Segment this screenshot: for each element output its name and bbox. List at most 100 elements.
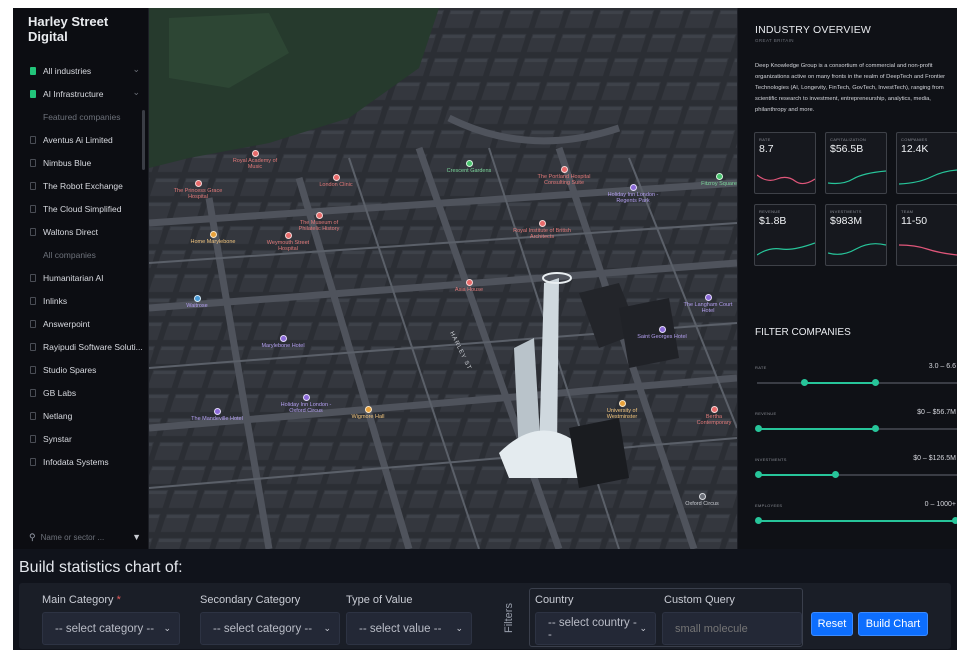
poi-wigmore-hall[interactable]: Wigmore Hall <box>345 406 391 420</box>
poi-holiday-inn-oxford[interactable]: Holiday Inn London - Oxford Circus <box>273 394 339 414</box>
sidebar-item[interactable]: Nimbus Blue <box>30 155 142 171</box>
sidebar-item[interactable]: Studio Spares <box>30 362 142 378</box>
slider-handle-max[interactable] <box>872 379 879 386</box>
range-slider[interactable]: EMPLOYEES 0 – 1000+ <box>755 501 957 533</box>
sidebar-item[interactable]: AI Infrastructure ⌄ <box>30 86 142 102</box>
checkbox-icon <box>30 182 36 190</box>
poi-bertha-contemporary[interactable]: Bertha Contemporary <box>689 406 737 426</box>
range-slider[interactable]: REVENUE $0 – $56.7M <box>755 409 957 441</box>
slider-range-value: $0 – $56.7M <box>917 409 956 416</box>
poi-fitzroy-square[interactable]: Fitzroy Square <box>699 173 737 187</box>
poi-crescent-gardens[interactable]: Crescent Gardens <box>443 160 495 174</box>
sidebar-item-label: Rayipudi Software Soluti... <box>43 342 142 352</box>
type-of-value-select[interactable]: -- select value -- ⌄ <box>346 612 472 645</box>
sidebar-item[interactable]: Synstar <box>30 431 142 447</box>
chevron-down-icon: ⌄ <box>163 623 171 633</box>
slider-range-value: 0 – 1000+ <box>924 501 956 508</box>
main-category-label: Main Category * <box>42 594 121 606</box>
poi-waitrose[interactable]: Waitrose <box>179 295 215 309</box>
slider-handle-max[interactable] <box>832 471 839 478</box>
map-canvas <box>149 8 737 549</box>
reset-button[interactable]: Reset <box>811 612 853 636</box>
poi-university-westminster[interactable]: University of Westminster <box>595 400 649 420</box>
filter-icon[interactable]: ▼ <box>132 532 141 542</box>
slider-handle-min[interactable] <box>801 379 808 386</box>
poi-saint-georges[interactable]: Saint Georges Hotel <box>629 326 695 340</box>
poi-riba[interactable]: Royal Institute of British Architects <box>509 220 575 240</box>
slider-range-value: 3.0 – 6.6 <box>928 363 956 370</box>
poi-asia-house[interactable]: Asia House <box>449 279 489 293</box>
sidebar-item-label: Synstar <box>43 434 72 444</box>
sparkline-team <box>899 244 957 256</box>
sidebar-item[interactable]: The Cloud Simplified <box>30 201 142 217</box>
sidebar-item-label: Answerpoint <box>43 319 90 329</box>
sidebar-item[interactable]: Inlinks <box>30 293 142 309</box>
checkbox-icon <box>30 343 36 351</box>
poi-portland-hospital[interactable]: The Portland Hospital Consulting Suite <box>529 166 599 186</box>
poi-home-marylebone[interactable]: Home Marylebone <box>185 231 241 245</box>
poi-philatelic-museum[interactable]: The Museum of Philatelic History <box>289 212 349 232</box>
brand-title: Harley Street Digital <box>28 14 109 44</box>
slider-fill <box>757 520 957 522</box>
sidebar-item-label: Aventus Ai Limited <box>43 135 113 145</box>
slider-label: INVESTMENTS <box>755 457 787 462</box>
sidebar-item[interactable]: Aventus Ai Limited <box>30 132 142 148</box>
sparkline-revenue <box>757 242 815 256</box>
checkbox-icon <box>30 412 36 420</box>
poi-weymouth-hospital[interactable]: Weymouth Street Hospital <box>259 232 317 252</box>
poi-royal-academy[interactable]: Royal Academy of Music <box>227 150 283 170</box>
slider-label: RATE <box>755 365 767 370</box>
slider-range-value: $0 – $126.5M <box>913 455 956 462</box>
sidebar-item[interactable]: Humanitarian AI <box>30 270 142 286</box>
build-chart-button[interactable]: Build Chart <box>858 612 928 636</box>
slider-fill <box>757 428 877 430</box>
slider-handle-min[interactable] <box>755 425 762 432</box>
checkbox-icon <box>30 366 36 374</box>
checkbox-icon <box>30 458 36 466</box>
chevron-down-icon[interactable]: ⌄ <box>132 64 140 75</box>
sidebar-item[interactable]: Waltons Direct <box>30 224 142 240</box>
sidebar-item[interactable]: GB Labs <box>30 385 142 401</box>
sidebar-item[interactable]: All industries ⌄ <box>30 63 142 79</box>
poi-langham-court[interactable]: The Langham Court Hotel <box>683 294 733 314</box>
sidebar-item[interactable]: Rayipudi Software Soluti... <box>30 339 142 355</box>
sidebar-item[interactable]: Answerpoint <box>30 316 142 332</box>
poi-london-clinic[interactable]: London Clinic <box>313 174 359 188</box>
sidebar-item-label: All companies <box>43 250 96 260</box>
poi-mandeville-hotel[interactable]: The Mandeville Hotel <box>179 408 255 422</box>
slider-fill <box>757 474 837 476</box>
map-view[interactable]: Royal Academy of Music The Princess Grac… <box>149 8 737 549</box>
custom-query-input[interactable] <box>662 612 802 645</box>
overview-panel: INDUSTRY OVERVIEW GREAT BRITAIN Deep Kno… <box>737 8 957 549</box>
sidebar-search[interactable]: ⚲ Name or sector ... ▼ <box>29 530 141 544</box>
chevron-down-icon: ⌄ <box>455 623 463 633</box>
chevron-down-icon[interactable]: ⌄ <box>132 87 140 98</box>
sidebar-item-label: All industries <box>43 66 92 76</box>
range-slider[interactable]: INVESTMENTS $0 – $126.5M <box>755 455 957 487</box>
range-slider[interactable]: RATE 3.0 – 6.6 <box>755 363 957 395</box>
poi-marylebone-hotel[interactable]: Marylebone Hotel <box>253 335 313 349</box>
stat-card-revenue: REVENUE $1.8B <box>754 204 816 266</box>
poi-princess-grace[interactable]: The Princess Grace Hospital <box>173 180 223 200</box>
search-icon: ⚲ <box>29 531 36 542</box>
custom-query-label: Custom Query <box>664 594 735 606</box>
filters-label: Filters <box>503 603 515 633</box>
slider-handle-max[interactable] <box>952 517 957 524</box>
search-placeholder[interactable]: Name or sector ... <box>41 533 105 542</box>
slider-handle-max[interactable] <box>872 425 879 432</box>
sidebar-item-label: Inlinks <box>43 296 68 306</box>
secondary-category-select[interactable]: -- select category -- ⌄ <box>200 612 340 645</box>
sidebar-item[interactable]: The Robot Exchange <box>30 178 142 194</box>
sidebar-item[interactable]: Infodata Systems <box>30 454 142 470</box>
slider-handle-min[interactable] <box>755 471 762 478</box>
country-select[interactable]: -- select country -- ⌄ <box>535 612 656 645</box>
sidebar-scrollbar[interactable] <box>142 110 145 170</box>
slider-handle-min[interactable] <box>755 517 762 524</box>
chart-builder: Build statistics chart of: Main Category… <box>13 549 957 650</box>
checkbox-icon <box>30 320 36 328</box>
sidebar-item[interactable]: Netlang <box>30 408 142 424</box>
main-category-select[interactable]: -- select category -- ⌄ <box>42 612 180 645</box>
poi-oxford-circus[interactable]: Oxford Circus <box>679 493 725 507</box>
sidebar-item-label: Nimbus Blue <box>43 158 92 168</box>
poi-holiday-inn-regents[interactable]: Holiday Inn London - Regents Park <box>601 184 665 204</box>
